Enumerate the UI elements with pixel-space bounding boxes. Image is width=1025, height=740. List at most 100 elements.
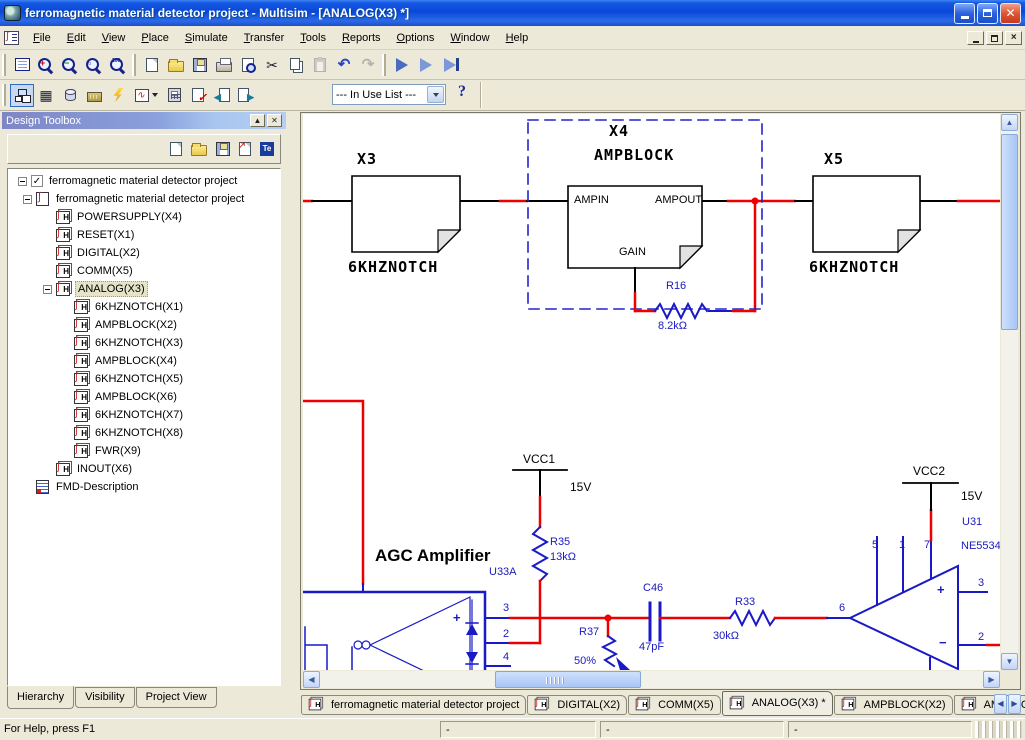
spreadsheet-view-button[interactable]: ▦ <box>34 84 58 107</box>
block-name-x5[interactable]: 6KHZNOTCH <box>809 258 899 276</box>
tree-item-fmd-description[interactable]: FMD-Description <box>8 478 280 496</box>
zoom-full-button[interactable]: 100 <box>106 53 130 76</box>
panel-pin-button[interactable]: ▲ <box>250 114 265 127</box>
horizontal-scrollbar[interactable]: ◀ ▶ <box>303 671 1000 688</box>
scroll-right-button[interactable]: ▶ <box>983 671 1000 688</box>
zoom-out-button[interactable]: − <box>58 53 82 76</box>
block-x5[interactable] <box>813 176 920 252</box>
toolbar-grip[interactable] <box>2 54 6 76</box>
resistor-r33-net[interactable] <box>730 611 850 625</box>
doc-tab-analog-active[interactable]: ANALOG(X3) * <box>722 691 833 716</box>
menu-help[interactable]: Help <box>498 29 537 47</box>
ref-u31[interactable]: U31 <box>962 516 982 528</box>
breadboard-view-button[interactable] <box>82 84 106 107</box>
menu-options[interactable]: Options <box>389 29 443 47</box>
gain-feedback-net[interactable] <box>635 268 755 318</box>
doc-tab-project[interactable]: ferromagnetic material detector project <box>301 695 526 715</box>
zoom-area-button[interactable]: ▫ <box>82 53 106 76</box>
pause-simulation-button[interactable] <box>414 53 438 76</box>
new-icon[interactable] <box>170 142 182 156</box>
ref-vcc2[interactable]: VCC2 <box>913 464 945 478</box>
u33a-opamp[interactable] <box>305 597 478 670</box>
tab-scroll-right-button[interactable]: ▶ <box>1008 694 1021 714</box>
value-c46[interactable]: 47pF <box>639 641 664 653</box>
cut-button[interactable]: ✂ <box>260 53 284 76</box>
menu-window[interactable]: Window <box>442 29 497 47</box>
vertical-scrollbar[interactable]: ▲ ▼ <box>1001 114 1018 670</box>
block-name-x4[interactable]: AMPBLOCK <box>594 146 674 164</box>
collapse-expander-icon[interactable] <box>23 195 32 204</box>
tree-item-project-root[interactable]: ✓ ferromagnetic material detector projec… <box>8 172 280 190</box>
doc-tab-comm[interactable]: COMM(X5) <box>628 695 721 715</box>
zoom-in-button[interactable]: + <box>34 53 58 76</box>
value-r35[interactable]: 13kΩ <box>550 551 576 563</box>
potentiometer-r37[interactable] <box>603 618 630 670</box>
tree-item-ampblock-x4[interactable]: AMPBLOCK(X4) <box>8 352 280 370</box>
tree-item-digital[interactable]: DIGITAL(X2) <box>8 244 280 262</box>
copy-button[interactable] <box>284 53 308 76</box>
help-button[interactable]: ? <box>458 83 466 101</box>
toolbar-grip[interactable] <box>2 84 6 106</box>
u33a-pin-nets[interactable] <box>485 615 648 667</box>
tree-item-powersupply[interactable]: POWERSUPPLY(X4) <box>8 208 280 226</box>
resistor-r33[interactable] <box>730 611 775 625</box>
ref-vcc1[interactable]: VCC1 <box>523 452 555 466</box>
mdi-restore-button[interactable] <box>986 31 1003 45</box>
document-system-icon[interactable] <box>4 31 19 45</box>
open-button[interactable] <box>164 53 188 76</box>
grapher-button[interactable] <box>130 84 162 107</box>
ref-r37[interactable]: R37 <box>579 626 599 638</box>
toolbar-grip[interactable] <box>132 54 136 76</box>
tree-item-6khznotch-x5[interactable]: 6KHZNOTCH(X5) <box>8 370 280 388</box>
menu-file[interactable]: File <box>25 29 59 47</box>
agc-input-net[interactable] <box>303 401 485 670</box>
print-preview-button[interactable] <box>236 53 260 76</box>
doc-tab-digital[interactable]: DIGITAL(X2) <box>527 695 627 715</box>
tree-item-inout[interactable]: INOUT(X6) <box>8 460 280 478</box>
tree-item-comm[interactable]: COMM(X5) <box>8 262 280 280</box>
block-ref-x3[interactable]: X3 <box>357 150 377 168</box>
run-simulation-button[interactable] <box>390 53 414 76</box>
ref-u33a[interactable]: U33A <box>489 566 517 578</box>
doc-tab-ampblock-x2[interactable]: AMPBLOCK(X2) <box>834 695 953 715</box>
simulate-switch-button[interactable] <box>106 84 130 107</box>
scroll-down-button[interactable]: ▼ <box>1001 653 1018 670</box>
checkbox-checked-icon[interactable]: ✓ <box>31 175 43 187</box>
database-manager-button[interactable] <box>58 84 82 107</box>
save-floppy-icon[interactable] <box>216 142 230 156</box>
menu-simulate[interactable]: Simulate <box>177 29 236 47</box>
print-button[interactable] <box>212 53 236 76</box>
tree-item-analog[interactable]: ANALOG(X3) <box>8 280 280 298</box>
value-vcc1[interactable]: 15V <box>570 480 591 494</box>
tree-item-project[interactable]: ferromagnetic material detector project <box>8 190 280 208</box>
menu-edit[interactable]: Edit <box>59 29 94 47</box>
close-page-icon[interactable]: ↗ <box>239 142 251 156</box>
menu-view[interactable]: View <box>94 29 134 47</box>
hierarchy-button[interactable] <box>10 84 34 107</box>
scroll-left-button[interactable]: ◀ <box>303 671 320 688</box>
tab-project-view[interactable]: Project View <box>136 687 217 708</box>
value-r37[interactable]: 50% <box>574 655 596 667</box>
value-vcc2[interactable]: 15V <box>961 489 982 503</box>
collapse-expander-icon[interactable] <box>18 177 27 186</box>
in-use-list-combobox[interactable]: --- In Use List --- <box>332 84 446 105</box>
ref-r35[interactable]: R35 <box>550 536 570 548</box>
tree-item-6khznotch-x8[interactable]: 6KHZNOTCH(X8) <box>8 424 280 442</box>
block-x3[interactable] <box>352 176 460 252</box>
value-r16[interactable]: 8.2kΩ <box>658 320 687 332</box>
ref-c46[interactable]: C46 <box>643 582 663 594</box>
mdi-minimize-button[interactable] <box>967 31 984 45</box>
tab-hierarchy[interactable]: Hierarchy <box>7 686 74 709</box>
tree-item-ampblock-x2[interactable]: AMPBLOCK(X2) <box>8 316 280 334</box>
tree-item-reset[interactable]: RESET(X1) <box>8 226 280 244</box>
open-folder-icon[interactable] <box>191 145 207 156</box>
ref-r33[interactable]: R33 <box>735 596 755 608</box>
vertical-scroll-thumb[interactable] <box>1001 134 1018 330</box>
panel-close-button[interactable]: ✕ <box>267 114 282 127</box>
part-u31[interactable]: NE5534 <box>961 540 1000 552</box>
combo-dropdown-button[interactable] <box>427 86 444 103</box>
ref-r16[interactable]: R16 <box>666 280 686 292</box>
text-description-icon[interactable]: Te <box>260 142 274 156</box>
block-ref-x4[interactable]: X4 <box>609 122 629 140</box>
menu-tools[interactable]: Tools <box>292 29 334 47</box>
